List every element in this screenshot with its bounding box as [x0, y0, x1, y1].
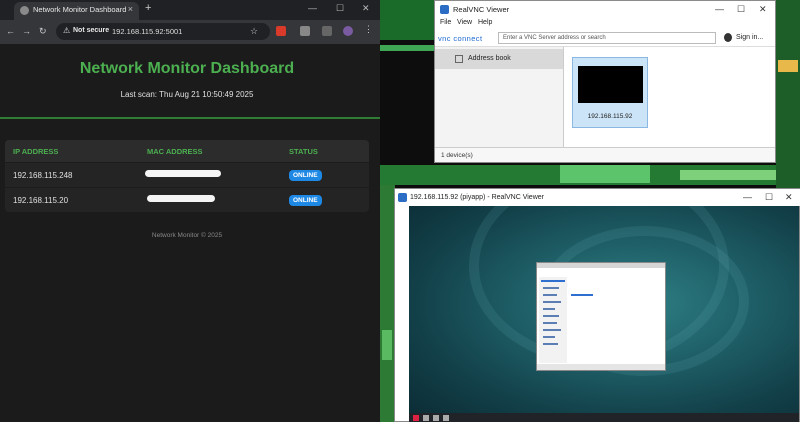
- remote-list-item: [543, 322, 557, 324]
- device-label: 192.168.115.92: [587, 113, 633, 120]
- table-row: 192.168.115.248 ONLINE: [5, 162, 369, 187]
- status-badge: ONLINE: [289, 195, 322, 206]
- minimize-icon[interactable]: —: [743, 192, 752, 202]
- taskbar-app-icon[interactable]: [433, 415, 439, 421]
- raspberry-menu-icon[interactable]: [413, 415, 419, 421]
- sidebar-item-address-book[interactable]: Address book: [435, 49, 563, 69]
- maximize-icon[interactable]: ☐: [336, 3, 344, 14]
- realvnc-app-icon: [440, 5, 449, 14]
- window-title: RealVNC Viewer: [453, 5, 510, 14]
- sign-in-button[interactable]: Sign in...: [736, 34, 763, 41]
- taskbar-app-icon[interactable]: [423, 415, 429, 421]
- status-badge: ONLINE: [289, 170, 322, 181]
- remote-list-item: [543, 329, 561, 331]
- title-bar: 192.168.115.92 (piyapp) - RealVNC Viewer…: [395, 189, 800, 206]
- realvnc-app-icon: [398, 193, 407, 202]
- remote-title-bar: [537, 263, 665, 268]
- device-count: 1 device(s): [441, 152, 473, 159]
- devices-area: 192.168.115.92: [565, 47, 775, 147]
- vnc-session-window: 192.168.115.92 (piyapp) - RealVNC Viewer…: [394, 188, 800, 422]
- remote-sidebar: [539, 277, 567, 363]
- status-bar: 1 device(s): [435, 147, 775, 162]
- column-ip: IP ADDRESS: [13, 147, 59, 156]
- url-text: 192.168.115.92:5001: [112, 27, 183, 36]
- table-row: 192.168.115.20 ONLINE: [5, 187, 369, 212]
- search-placeholder: Enter a VNC Server address or search: [503, 35, 606, 41]
- device-tile[interactable]: 192.168.115.92: [572, 57, 648, 128]
- remote-list-item: [543, 336, 555, 338]
- remote-list-item: [543, 308, 555, 310]
- profile-avatar[interactable]: [343, 26, 353, 36]
- menu-view[interactable]: View: [457, 19, 472, 26]
- menu-bar: File View Help: [435, 18, 775, 30]
- close-icon[interactable]: ✕: [759, 4, 767, 15]
- address-bar: ← → ↻ ⚠ Not secure 192.168.115.92:5001 ☆…: [0, 20, 380, 44]
- browser-tab-active[interactable]: Network Monitor Dashboard ×: [14, 2, 139, 20]
- ip-cell: 192.168.115.20: [13, 196, 69, 205]
- server-search-input[interactable]: Enter a VNC Server address or search: [498, 32, 716, 44]
- extension-puzzle-icon[interactable]: [300, 26, 310, 36]
- window-title: 192.168.115.92 (piyapp) - RealVNC Viewer: [410, 194, 544, 201]
- footer-text: Network Monitor © 2025: [151, 232, 223, 239]
- bookmark-star-icon[interactable]: ☆: [250, 26, 258, 37]
- grid-icon: [455, 55, 463, 63]
- toolbar: vnc connect Enter a VNC Server address o…: [435, 30, 775, 47]
- divider: [0, 117, 380, 119]
- extension-icon[interactable]: [276, 26, 286, 36]
- column-status: STATUS: [289, 147, 318, 156]
- column-mac: MAC ADDRESS: [147, 147, 203, 156]
- globe-icon: [20, 6, 29, 15]
- vnc-address-book-window: RealVNC Viewer — ☐ ✕ File View Help vnc …: [434, 0, 776, 163]
- remote-list-item: [543, 315, 559, 317]
- minimize-icon[interactable]: —: [715, 4, 724, 14]
- vnc-connect-logo: vnc connect: [438, 34, 483, 43]
- devices-table: IP ADDRESS MAC ADDRESS STATUS 192.168.11…: [5, 140, 369, 212]
- close-icon[interactable]: ✕: [362, 3, 370, 14]
- warning-icon: ⚠: [63, 26, 71, 35]
- reload-icon[interactable]: ↻: [39, 26, 47, 37]
- sidebar: Address book: [435, 47, 564, 147]
- security-label: Not secure: [73, 27, 110, 34]
- browser-window: Network Monitor Dashboard × + — ☐ ✕ ← → …: [0, 0, 380, 422]
- remote-status-bar: [537, 364, 665, 370]
- menu-file[interactable]: File: [440, 19, 451, 26]
- remote-list-item: [543, 301, 561, 303]
- mac-cell-redacted: [147, 195, 215, 202]
- forward-arrow-icon[interactable]: →: [22, 26, 31, 36]
- mac-cell-redacted: [145, 170, 221, 177]
- remote-selected-item: [571, 294, 593, 296]
- remote-desktop-screen[interactable]: [409, 206, 799, 422]
- table-header: IP ADDRESS MAC ADDRESS STATUS: [5, 140, 369, 162]
- user-icon: [724, 33, 732, 42]
- tab-title: Network Monitor Dashboard: [33, 5, 127, 14]
- tab-bar: Network Monitor Dashboard × + — ☐ ✕: [0, 0, 380, 20]
- sidebar-item-label: Address book: [468, 55, 511, 62]
- back-arrow-icon[interactable]: ←: [6, 26, 15, 36]
- maximize-icon[interactable]: ☐: [737, 4, 745, 15]
- taskbar-app-icon[interactable]: [443, 415, 449, 421]
- url-input[interactable]: ⚠ Not secure 192.168.115.92:5001: [56, 23, 270, 40]
- page-title: Network Monitor Dashboard: [79, 60, 295, 77]
- menu-help[interactable]: Help: [478, 19, 492, 26]
- remote-list-item: [541, 280, 565, 282]
- remote-list-item: [543, 294, 557, 296]
- title-bar: RealVNC Viewer — ☐ ✕: [435, 1, 775, 18]
- close-icon[interactable]: ✕: [785, 192, 793, 203]
- menu-kebab-icon[interactable]: ⋮: [364, 24, 374, 34]
- device-thumbnail: [578, 66, 643, 103]
- maximize-icon[interactable]: ☐: [765, 192, 773, 203]
- download-icon[interactable]: [322, 26, 332, 36]
- last-scan-text: Last scan: Thu Aug 21 10:50:49 2025: [120, 90, 254, 99]
- ip-cell: 192.168.115.248: [13, 171, 73, 180]
- remote-list-item: [543, 287, 559, 289]
- remote-file-manager-window[interactable]: [536, 262, 666, 371]
- tab-close-button[interactable]: ×: [128, 4, 133, 14]
- remote-taskbar: [409, 413, 799, 422]
- new-tab-button[interactable]: +: [145, 2, 151, 14]
- remote-list-item: [543, 343, 558, 345]
- dashboard-page: Network Monitor Dashboard Last scan: Thu…: [0, 44, 380, 422]
- minimize-icon[interactable]: —: [308, 3, 317, 13]
